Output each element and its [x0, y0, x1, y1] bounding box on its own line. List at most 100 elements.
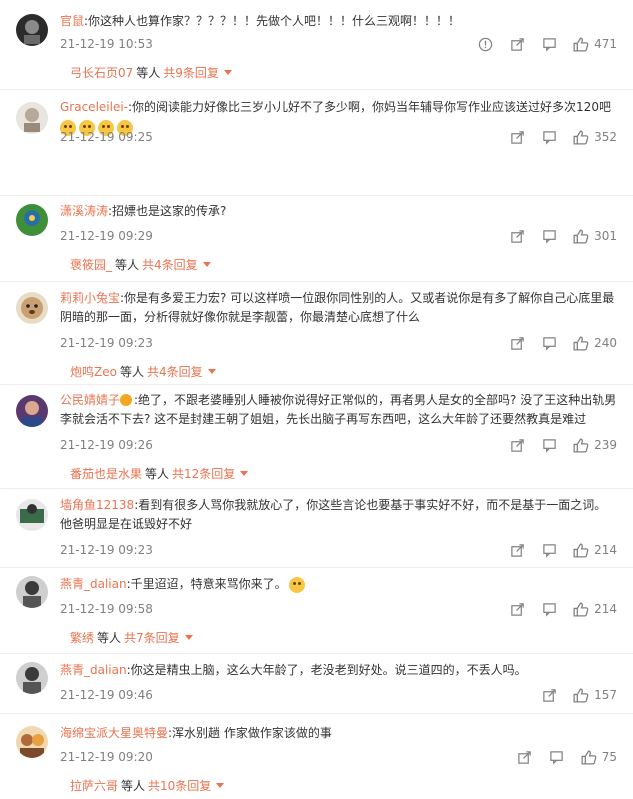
- comment-text: 官鼠:你这种人也算作家？？？？！！先做个人吧！！！什么三观啊！！！！: [60, 12, 617, 31]
- reply-summary[interactable]: 弓长石页07 等人 共9条回复: [70, 64, 232, 82]
- reply-username[interactable]: 弓长石页07: [70, 66, 133, 80]
- user-avatar[interactable]: [16, 102, 48, 134]
- user-avatar[interactable]: [16, 204, 48, 236]
- comment-text: 墙角鱼12138:看到有很多人骂你我就放心了，你这些言论也要基于事实好不好，而不…: [60, 496, 617, 534]
- comment-item: 墙角鱼12138:看到有很多人骂你我就放心了，你这些言论也要基于事实好不好，而不…: [0, 489, 633, 568]
- reply-username[interactable]: 繁绣: [70, 631, 94, 645]
- reply-count[interactable]: 共7条回复: [124, 631, 180, 645]
- like-button[interactable]: 239: [572, 437, 617, 454]
- reply-count[interactable]: 共4条回复: [142, 258, 198, 272]
- share-icon[interactable]: [508, 128, 526, 146]
- comment-content: :你是有多爱王力宏? 可以这样喷一位跟你同性别的人。又或者说你是有多了解你自己心…: [60, 291, 615, 324]
- like-count: 75: [601, 750, 617, 764]
- share-icon[interactable]: [508, 227, 526, 245]
- comment-content: :你这种人也算作家？？？？！！先做个人吧！！！什么三观啊！！！！: [84, 14, 461, 28]
- reply-etc: 等人: [136, 66, 161, 80]
- comment-item: 官鼠:你这种人也算作家？？？？！！先做个人吧！！！什么三观啊！！！！ 21-12…: [0, 0, 633, 90]
- comment-time: 21-12-19 09:23: [60, 336, 153, 350]
- reply-username[interactable]: 褒筱园_: [70, 258, 112, 272]
- share-icon[interactable]: [508, 600, 526, 618]
- comment-username[interactable]: 燕青_dalian: [60, 577, 127, 591]
- comment-icon[interactable]: [540, 436, 558, 454]
- share-icon[interactable]: [508, 436, 526, 454]
- like-button[interactable]: 157: [572, 687, 617, 704]
- share-icon[interactable]: [508, 541, 526, 559]
- comment-icon[interactable]: [540, 227, 558, 245]
- user-avatar[interactable]: [16, 499, 48, 531]
- user-avatar[interactable]: [16, 662, 48, 694]
- comment-text: 公民婧婧子:绝了，不跟老婆睡别人睡被你说得好正常似的，再者男人是女的全部吗? 没…: [60, 391, 617, 429]
- comment-time: 21-12-19 09:46: [60, 688, 153, 702]
- reply-count[interactable]: 共12条回复: [172, 467, 235, 481]
- comment-icon[interactable]: [548, 748, 566, 766]
- reply-count[interactable]: 共9条回复: [163, 66, 219, 80]
- comment-username[interactable]: 潇溪涛涛: [60, 204, 108, 218]
- share-icon[interactable]: [516, 748, 534, 766]
- share-icon[interactable]: [508, 334, 526, 352]
- like-count: 352: [594, 130, 617, 144]
- reply-count[interactable]: 共4条回复: [147, 365, 203, 379]
- comment-icon[interactable]: [540, 541, 558, 559]
- comment-icon[interactable]: [540, 334, 558, 352]
- like-button[interactable]: 240: [572, 335, 617, 352]
- reply-username[interactable]: 拉萨六哥: [70, 779, 118, 793]
- thumbs-up-icon: [573, 601, 589, 617]
- comment-content: :招嫖也是这家的传承?: [108, 204, 227, 218]
- reply-etc: 等人: [119, 365, 144, 379]
- comment-content: :千里迢迢，特意来骂你来了。: [126, 577, 287, 591]
- report-icon[interactable]: [476, 35, 494, 53]
- comment-username[interactable]: 燕青_dalian: [60, 663, 127, 677]
- comment-text: 燕青_dalian:你这是精虫上脑，这么大年龄了，老没老到好处。说三道四的，不丢…: [60, 661, 617, 680]
- reply-summary[interactable]: 繁绣 等人 共7条回复: [70, 629, 193, 647]
- comment-username[interactable]: 墙角鱼12138: [60, 498, 134, 512]
- user-avatar[interactable]: [16, 292, 48, 324]
- user-avatar[interactable]: [16, 395, 48, 427]
- comment-actions: 75: [502, 747, 617, 767]
- comment-username[interactable]: 官鼠: [60, 14, 84, 28]
- share-icon[interactable]: [508, 35, 526, 53]
- user-avatar[interactable]: [16, 576, 48, 608]
- comment-actions: 239: [494, 435, 617, 455]
- like-button[interactable]: 301: [572, 228, 617, 245]
- reply-summary[interactable]: 褒筱园_ 等人 共4条回复: [70, 256, 211, 274]
- comment-username[interactable]: 莉莉小兔宝: [60, 291, 120, 305]
- comment-username[interactable]: Graceleilei-: [60, 100, 128, 114]
- emoji-icon: [288, 576, 305, 593]
- comment-icon[interactable]: [540, 128, 558, 146]
- comment-username[interactable]: 海绵宝派大星奥特曼: [60, 726, 168, 740]
- comment-text: 莉莉小兔宝:你是有多爱王力宏? 可以这样喷一位跟你同性别的人。又或者说你是有多了…: [60, 289, 617, 327]
- comment-meta: 21-12-19 09:20 75: [60, 747, 617, 767]
- like-button[interactable]: 75: [580, 749, 617, 766]
- comment-icon[interactable]: [540, 35, 558, 53]
- reply-summary[interactable]: 拉萨六哥 等人 共10条回复: [70, 777, 225, 795]
- comment-actions: 301: [494, 226, 617, 246]
- share-icon[interactable]: [540, 686, 558, 704]
- chevron-down-icon: [216, 783, 225, 788]
- thumbs-up-icon: [573, 437, 589, 453]
- like-button[interactable]: 214: [572, 601, 617, 618]
- like-count: 157: [594, 688, 617, 702]
- comment-content: :绝了，不跟老婆睡别人睡被你说得好正常似的，再者男人是女的全部吗? 没了王这种出…: [60, 393, 617, 426]
- reply-count[interactable]: 共10条回复: [148, 779, 211, 793]
- reply-username[interactable]: 炮鸣Zeo: [70, 365, 117, 379]
- like-button[interactable]: 352: [572, 129, 617, 146]
- chevron-down-icon: [223, 70, 232, 75]
- comment-item: Graceleilei-:你的阅读能力好像比三岁小儿好不了多少啊，你妈当年辅导你…: [0, 90, 633, 196]
- comment-text: 潇溪涛涛:招嫖也是这家的传承?: [60, 202, 617, 221]
- comment-actions: 214: [494, 540, 617, 560]
- comment-item: 燕青_dalian:你这是精虫上脑，这么大年龄了，老没老到好处。说三道四的，不丢…: [0, 654, 633, 714]
- user-avatar[interactable]: [16, 726, 48, 758]
- comment-username[interactable]: 公民婧婧子: [60, 393, 120, 407]
- comment-meta: 21-12-19 09:29 301: [60, 226, 617, 246]
- comment-icon[interactable]: [540, 600, 558, 618]
- user-avatar[interactable]: [16, 14, 48, 46]
- comment-text: 海绵宝派大星奥特曼:浑水别趟 作家做作家该做的事: [60, 724, 617, 743]
- reply-username[interactable]: 番茄也是水果: [70, 467, 142, 481]
- like-button[interactable]: 214: [572, 542, 617, 559]
- comment-item: 燕青_dalian:千里迢迢，特意来骂你来了。 21-12-19 09:58 2…: [0, 568, 633, 654]
- comment-text: 燕青_dalian:千里迢迢，特意来骂你来了。: [60, 575, 617, 594]
- comment-text: Graceleilei-:你的阅读能力好像比三岁小儿好不了多少啊，你妈当年辅导你…: [60, 98, 617, 117]
- reply-summary[interactable]: 番茄也是水果 等人 共12条回复: [70, 465, 249, 483]
- like-button[interactable]: 471: [572, 36, 617, 53]
- reply-summary[interactable]: 炮鸣Zeo 等人 共4条回复: [70, 363, 216, 381]
